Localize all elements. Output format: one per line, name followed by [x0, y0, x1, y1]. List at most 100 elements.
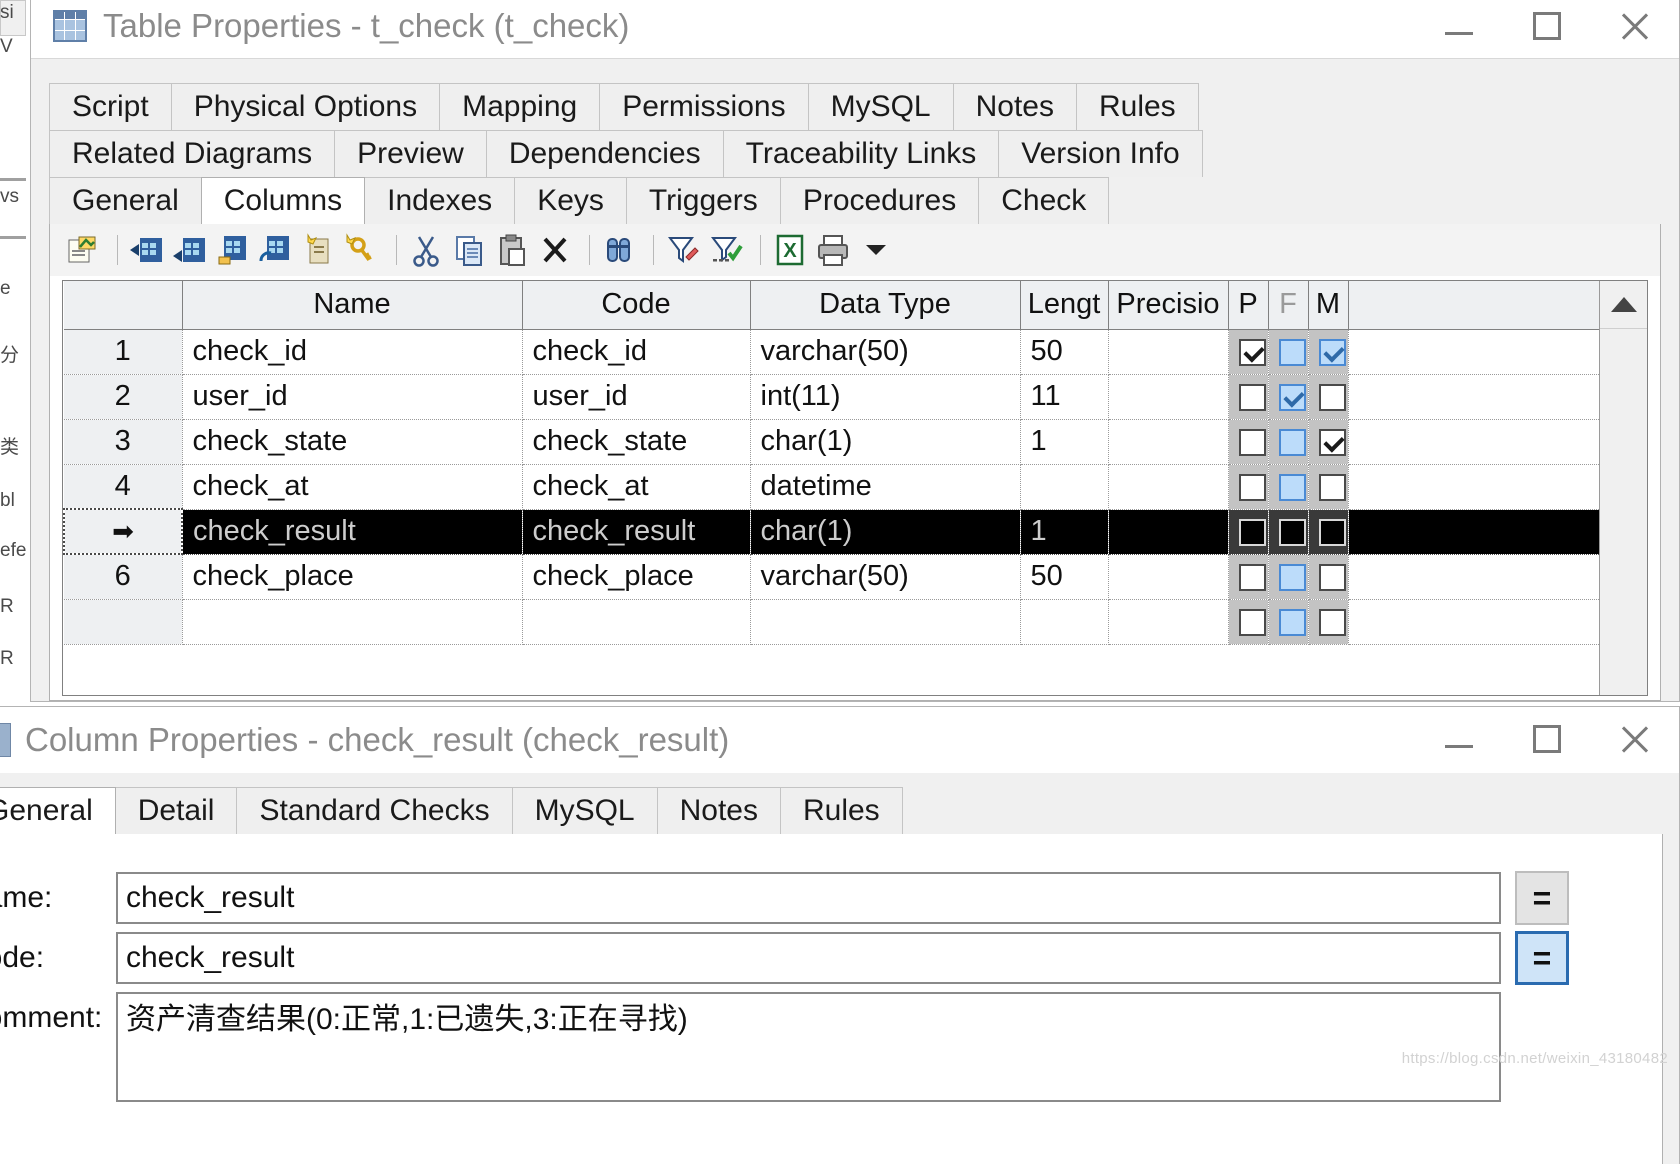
tab-mysql[interactable]: MySQL — [511, 787, 658, 834]
col-header-data-type[interactable]: Data Type — [750, 281, 1021, 330]
tab-detail[interactable]: Detail — [114, 787, 238, 834]
checkbox-foreign[interactable] — [1278, 563, 1306, 591]
cell-code[interactable]: check_place — [522, 554, 751, 600]
cell-data-type[interactable]: char(1) — [750, 509, 1021, 555]
cell-code[interactable]: check_result — [522, 509, 751, 555]
cell-foreign-checkbox[interactable] — [1268, 599, 1309, 645]
filter-icon[interactable] — [664, 231, 702, 269]
cell-name[interactable]: check_id — [182, 329, 523, 375]
cell-data-type[interactable]: datetime — [750, 464, 1021, 510]
col-header-name[interactable]: Name — [182, 281, 523, 330]
maximize-icon[interactable] — [1503, 707, 1591, 771]
tab-columns[interactable]: Columns — [200, 177, 366, 224]
copy-icon[interactable] — [450, 231, 488, 269]
tab-keys[interactable]: Keys — [514, 177, 627, 224]
tab-dependencies[interactable]: Dependencies — [485, 130, 724, 177]
cell-foreign-checkbox[interactable] — [1268, 554, 1309, 600]
checkbox-mandatory[interactable] — [1318, 608, 1346, 636]
checkbox-mandatory[interactable] — [1318, 338, 1346, 366]
col-header-primary[interactable]: P — [1228, 281, 1269, 330]
checkbox-foreign[interactable] — [1278, 383, 1306, 411]
cell-code[interactable]: check_id — [522, 329, 751, 375]
add-row-icon[interactable] — [171, 231, 209, 269]
code-field[interactable]: check_result — [116, 932, 1501, 984]
tab-standard-checks[interactable]: Standard Checks — [236, 787, 513, 834]
properties-icon[interactable] — [64, 231, 102, 269]
add-column-icon[interactable] — [214, 231, 252, 269]
cell-data-type[interactable]: char(1) — [750, 419, 1021, 465]
tab-preview[interactable]: Preview — [334, 130, 487, 177]
cell-name[interactable]: check_state — [182, 419, 523, 465]
cell-name[interactable]: check_at — [182, 464, 523, 510]
table-row[interactable]: 6 check_place check_place varchar(50) 50 — [64, 554, 1647, 600]
checkbox-foreign[interactable] — [1278, 428, 1306, 456]
cell-data-type[interactable]: varchar(50) — [750, 554, 1021, 600]
cell-primary-checkbox[interactable] — [1228, 419, 1269, 465]
cell-foreign-checkbox[interactable] — [1268, 464, 1309, 510]
cell-name[interactable]: user_id — [182, 374, 523, 420]
find-icon[interactable] — [600, 231, 638, 269]
cell-precision[interactable] — [1108, 599, 1229, 645]
checkbox-primary[interactable] — [1238, 563, 1266, 591]
code-equals-button[interactable]: = — [1515, 931, 1569, 985]
tab-mysql[interactable]: MySQL — [807, 83, 954, 130]
cell-foreign-checkbox[interactable] — [1268, 374, 1309, 420]
cell-length[interactable]: 11 — [1020, 374, 1109, 420]
col-header-code[interactable]: Code — [522, 281, 751, 330]
table-row[interactable] — [64, 599, 1647, 645]
cell-name[interactable] — [182, 599, 523, 645]
row-number[interactable]: 4 — [64, 464, 183, 510]
tab-mapping[interactable]: Mapping — [439, 83, 601, 130]
checkbox-foreign[interactable] — [1278, 518, 1306, 546]
insert-row-icon[interactable] — [128, 231, 166, 269]
minimize-icon[interactable] — [1415, 707, 1503, 771]
checkbox-primary[interactable] — [1238, 383, 1266, 411]
tab-general[interactable]: General — [0, 787, 116, 834]
cell-code[interactable]: user_id — [522, 374, 751, 420]
paste-icon[interactable] — [493, 231, 531, 269]
delete-icon[interactable] — [536, 231, 574, 269]
checkbox-primary[interactable] — [1238, 338, 1266, 366]
cell-data-type[interactable]: int(11) — [750, 374, 1021, 420]
tab-notes[interactable]: Notes — [656, 787, 781, 834]
checkbox-primary[interactable] — [1238, 608, 1266, 636]
checkbox-foreign[interactable] — [1278, 608, 1306, 636]
checkbox-mandatory[interactable] — [1318, 428, 1346, 456]
cell-length[interactable] — [1020, 599, 1109, 645]
checkbox-mandatory[interactable] — [1318, 518, 1346, 546]
checkbox-mandatory[interactable] — [1318, 383, 1346, 411]
cell-mandatory-checkbox[interactable] — [1308, 554, 1349, 600]
cell-precision[interactable] — [1108, 419, 1229, 465]
tab-related-diagrams[interactable]: Related Diagrams — [49, 130, 336, 177]
checkbox-foreign[interactable] — [1278, 473, 1306, 501]
tab-procedures[interactable]: Procedures — [779, 177, 980, 224]
tab-rules[interactable]: Rules — [1075, 83, 1199, 130]
tab-indexes[interactable]: Indexes — [364, 177, 516, 224]
tab-rules[interactable]: Rules — [779, 787, 903, 834]
cell-length[interactable]: 1 — [1020, 419, 1109, 465]
name-equals-button[interactable]: = — [1515, 871, 1569, 925]
cell-primary-checkbox[interactable] — [1228, 374, 1269, 420]
cell-length[interactable]: 1 — [1020, 509, 1109, 555]
row-number[interactable] — [64, 599, 183, 645]
cell-precision[interactable] — [1108, 374, 1229, 420]
tab-physical-options[interactable]: Physical Options — [170, 83, 441, 130]
checkbox-mandatory[interactable] — [1318, 563, 1346, 591]
cell-mandatory-checkbox[interactable] — [1308, 599, 1349, 645]
tab-permissions[interactable]: Permissions — [599, 83, 809, 130]
dropdown-arrow-icon[interactable] — [857, 231, 895, 269]
table-row[interactable]: 2 user_id user_id int(11) 11 — [64, 374, 1647, 420]
cell-mandatory-checkbox[interactable] — [1308, 419, 1349, 465]
cell-mandatory-checkbox[interactable] — [1308, 509, 1349, 555]
cell-length[interactable] — [1020, 464, 1109, 510]
row-number[interactable]: 3 — [64, 419, 183, 465]
cell-length[interactable]: 50 — [1020, 329, 1109, 375]
apply-filter-icon[interactable] — [707, 231, 745, 269]
replace-column-icon[interactable] — [257, 231, 295, 269]
cell-code[interactable]: check_state — [522, 419, 751, 465]
cell-data-type[interactable]: varchar(50) — [750, 329, 1021, 375]
cell-length[interactable]: 50 — [1020, 554, 1109, 600]
tab-notes[interactable]: Notes — [952, 83, 1077, 130]
checkbox-mandatory[interactable] — [1318, 473, 1346, 501]
row-number[interactable]: 6 — [64, 554, 183, 600]
